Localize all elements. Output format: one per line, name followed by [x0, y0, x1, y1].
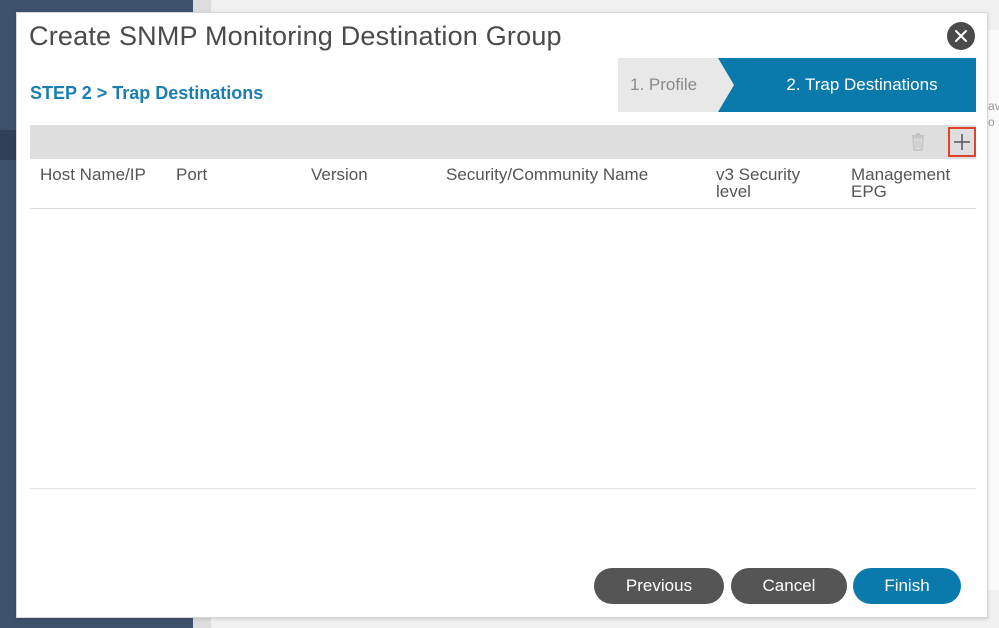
column-header-security-community[interactable]: Security/Community Name: [446, 166, 648, 183]
table-toolbar: [30, 125, 976, 159]
wizard-steps: 1. Profile 2. Trap Destinations: [618, 58, 976, 112]
close-icon: [955, 30, 967, 42]
table-body-empty: [30, 209, 976, 489]
column-header-v3-security-level[interactable]: v3 Security level: [716, 166, 826, 200]
dialog-title: Create SNMP Monitoring Destination Group: [29, 21, 562, 51]
create-snmp-dialog: Create SNMP Monitoring Destination Group…: [16, 12, 988, 618]
column-header-port[interactable]: Port: [176, 166, 207, 183]
background-right-text: av o: [988, 99, 999, 129]
column-header-management-epg[interactable]: Management EPG: [851, 166, 971, 200]
finish-button[interactable]: Finish: [853, 568, 961, 604]
plus-icon: [954, 134, 970, 150]
cancel-button[interactable]: Cancel: [731, 568, 847, 604]
step-label: STEP 2 > Trap Destinations: [30, 83, 264, 103]
wizard-step-profile[interactable]: 1. Profile: [618, 58, 738, 112]
delete-button[interactable]: [908, 132, 928, 152]
close-button[interactable]: [947, 22, 975, 50]
column-header-version[interactable]: Version: [311, 166, 368, 183]
background-sidebar-selected: [0, 130, 16, 160]
wizard-step-trap-destinations[interactable]: 2. Trap Destinations: [718, 58, 976, 112]
column-header-host[interactable]: Host Name/IP: [40, 166, 146, 183]
table-header: Host Name/IP Port Version Security/Commu…: [30, 159, 976, 209]
add-destination-button[interactable]: [948, 127, 976, 157]
previous-button[interactable]: Previous: [594, 568, 724, 604]
trash-icon: [912, 133, 924, 151]
